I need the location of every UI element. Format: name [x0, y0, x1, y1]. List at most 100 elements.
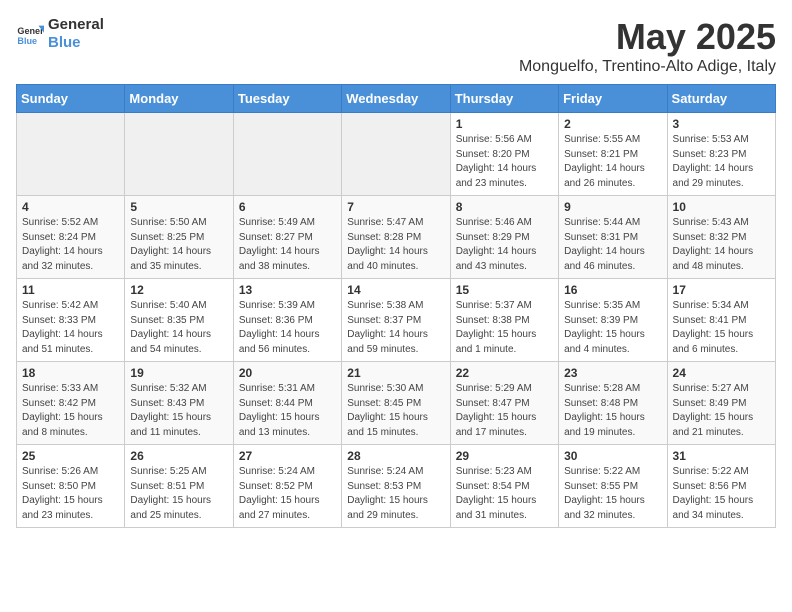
day-number: 16 — [564, 283, 661, 297]
header-cell-wednesday: Wednesday — [342, 85, 450, 113]
calendar-cell: 2Sunrise: 5:55 AM Sunset: 8:21 PM Daylig… — [559, 113, 667, 196]
day-number: 28 — [347, 449, 444, 463]
calendar-cell: 6 Sunrise: 5:49 AM Sunset: 8:27 PM Daylig… — [233, 196, 341, 279]
calendar-cell: 8 Sunrise: 5:46 AM Sunset: 8:29 PM Daylig… — [450, 196, 558, 279]
day-number: 19 — [130, 366, 227, 380]
day-content: Sunrise: 5:52 AM Sunset: 8:24 PM Dayligh… — [22, 216, 119, 274]
day-number: 6 — [239, 200, 336, 214]
calendar-cell: 15Sunrise: 5:37 AM Sunset: 8:38 PM Dayli… — [450, 279, 558, 362]
calendar-cell: 9Sunrise: 5:44 AM Sunset: 8:31 PM Daylig… — [559, 196, 667, 279]
day-number: 24 — [673, 366, 770, 380]
day-content: Sunrise: 5:53 AM Sunset: 8:23 PM Dayligh… — [673, 133, 770, 191]
day-content: Sunrise: 5:50 AM Sunset: 8:25 PM Dayligh… — [130, 216, 227, 274]
calendar-cell — [342, 113, 450, 196]
day-content: Sunrise: 5:29 AM Sunset: 8:47 PM Dayligh… — [456, 382, 553, 440]
day-content: Sunrise: 5:25 AM Sunset: 8:51 PM Dayligh… — [130, 465, 227, 523]
logo-icon: General Blue — [16, 20, 44, 48]
header-cell-friday: Friday — [559, 85, 667, 113]
day-number: 13 — [239, 283, 336, 297]
calendar-cell: 4 Sunrise: 5:52 AM Sunset: 8:24 PM Daylig… — [17, 196, 125, 279]
day-content: Sunrise: 5:42 AM Sunset: 8:33 PM Dayligh… — [22, 299, 119, 357]
day-content: Sunrise: 5:31 AM Sunset: 8:44 PM Dayligh… — [239, 382, 336, 440]
day-content: Sunrise: 5:55 AM Sunset: 8:21 PM Dayligh… — [564, 133, 661, 191]
day-number: 17 — [673, 283, 770, 297]
calendar-cell: 5Sunrise: 5:50 AM Sunset: 8:25 PM Daylig… — [125, 196, 233, 279]
day-number: 18 — [22, 366, 119, 380]
day-content: Sunrise: 5:32 AM Sunset: 8:43 PM Dayligh… — [130, 382, 227, 440]
day-number: 8 — [456, 200, 553, 214]
logo-line2: Blue — [48, 34, 104, 52]
calendar-cell: 13 Sunrise: 5:39 AM Sunset: 8:36 PM Dayli… — [233, 279, 341, 362]
calendar-cell: 22 Sunrise: 5:29 AM Sunset: 8:47 PM Dayli… — [450, 362, 558, 445]
calendar-header: SundayMondayTuesdayWednesdayThursdayFrid… — [17, 85, 776, 113]
day-number: 11 — [22, 283, 119, 297]
calendar-cell: 21Sunrise: 5:30 AM Sunset: 8:45 PM Dayli… — [342, 362, 450, 445]
day-number: 12 — [130, 283, 227, 297]
day-number: 4 — [22, 200, 119, 214]
day-content: Sunrise: 5:38 AM Sunset: 8:37 PM Dayligh… — [347, 299, 444, 357]
calendar-table: SundayMondayTuesdayWednesdayThursdayFrid… — [16, 84, 776, 528]
calendar-cell — [125, 113, 233, 196]
day-content: Sunrise: 5:47 AM Sunset: 8:28 PM Dayligh… — [347, 216, 444, 274]
calendar-cell: 31 Sunrise: 5:22 AM Sunset: 8:56 PM Dayli… — [667, 445, 775, 528]
title-area: May 2025 Monguelfo, Trentino-Alto Adige,… — [519, 16, 776, 76]
week-row-5: 25 Sunrise: 5:26 AM Sunset: 8:50 PM Dayli… — [17, 445, 776, 528]
page-header: General Blue General Blue May 2025 Mongu… — [16, 16, 776, 76]
day-number: 23 — [564, 366, 661, 380]
header-row: SundayMondayTuesdayWednesdayThursdayFrid… — [17, 85, 776, 113]
calendar-cell: 7 Sunrise: 5:47 AM Sunset: 8:28 PM Daylig… — [342, 196, 450, 279]
day-content: Sunrise: 5:27 AM Sunset: 8:49 PM Dayligh… — [673, 382, 770, 440]
calendar-cell: 27Sunrise: 5:24 AM Sunset: 8:52 PM Dayli… — [233, 445, 341, 528]
day-number: 10 — [673, 200, 770, 214]
day-number: 15 — [456, 283, 553, 297]
calendar-cell: 17 Sunrise: 5:34 AM Sunset: 8:41 PM Dayli… — [667, 279, 775, 362]
calendar-cell — [17, 113, 125, 196]
day-content: Sunrise: 5:39 AM Sunset: 8:36 PM Dayligh… — [239, 299, 336, 357]
header-cell-thursday: Thursday — [450, 85, 558, 113]
day-content: Sunrise: 5:26 AM Sunset: 8:50 PM Dayligh… — [22, 465, 119, 523]
day-content: Sunrise: 5:44 AM Sunset: 8:31 PM Dayligh… — [564, 216, 661, 274]
calendar-cell: 25 Sunrise: 5:26 AM Sunset: 8:50 PM Dayli… — [17, 445, 125, 528]
day-number: 7 — [347, 200, 444, 214]
calendar-cell: 28 Sunrise: 5:24 AM Sunset: 8:53 PM Dayli… — [342, 445, 450, 528]
calendar-cell: 23 Sunrise: 5:28 AM Sunset: 8:48 PM Dayli… — [559, 362, 667, 445]
day-content: Sunrise: 5:28 AM Sunset: 8:48 PM Dayligh… — [564, 382, 661, 440]
day-content: Sunrise: 5:56 AM Sunset: 8:20 PM Dayligh… — [456, 133, 553, 191]
calendar-cell: 26Sunrise: 5:25 AM Sunset: 8:51 PM Dayli… — [125, 445, 233, 528]
calendar-cell: 16 Sunrise: 5:35 AM Sunset: 8:39 PM Dayli… — [559, 279, 667, 362]
calendar-cell: 14 Sunrise: 5:38 AM Sunset: 8:37 PM Dayli… — [342, 279, 450, 362]
day-number: 20 — [239, 366, 336, 380]
calendar-cell: 1Sunrise: 5:56 AM Sunset: 8:20 PM Daylig… — [450, 113, 558, 196]
logo: General Blue General Blue — [16, 16, 104, 52]
day-content: Sunrise: 5:40 AM Sunset: 8:35 PM Dayligh… — [130, 299, 227, 357]
day-number: 3 — [673, 117, 770, 131]
header-cell-sunday: Sunday — [17, 85, 125, 113]
day-number: 22 — [456, 366, 553, 380]
header-cell-tuesday: Tuesday — [233, 85, 341, 113]
day-content: Sunrise: 5:34 AM Sunset: 8:41 PM Dayligh… — [673, 299, 770, 357]
calendar-cell: 19 Sunrise: 5:32 AM Sunset: 8:43 PM Dayli… — [125, 362, 233, 445]
day-content: Sunrise: 5:35 AM Sunset: 8:39 PM Dayligh… — [564, 299, 661, 357]
day-number: 14 — [347, 283, 444, 297]
calendar-cell: 29Sunrise: 5:23 AM Sunset: 8:54 PM Dayli… — [450, 445, 558, 528]
week-row-1: 1Sunrise: 5:56 AM Sunset: 8:20 PM Daylig… — [17, 113, 776, 196]
calendar-cell: 11 Sunrise: 5:42 AM Sunset: 8:33 PM Dayli… — [17, 279, 125, 362]
day-number: 29 — [456, 449, 553, 463]
day-content: Sunrise: 5:24 AM Sunset: 8:53 PM Dayligh… — [347, 465, 444, 523]
day-content: Sunrise: 5:24 AM Sunset: 8:52 PM Dayligh… — [239, 465, 336, 523]
day-number: 31 — [673, 449, 770, 463]
calendar-cell: 30Sunrise: 5:22 AM Sunset: 8:55 PM Dayli… — [559, 445, 667, 528]
day-number: 25 — [22, 449, 119, 463]
day-content: Sunrise: 5:46 AM Sunset: 8:29 PM Dayligh… — [456, 216, 553, 274]
week-row-2: 4 Sunrise: 5:52 AM Sunset: 8:24 PM Daylig… — [17, 196, 776, 279]
calendar-cell: 10Sunrise: 5:43 AM Sunset: 8:32 PM Dayli… — [667, 196, 775, 279]
header-cell-monday: Monday — [125, 85, 233, 113]
day-content: Sunrise: 5:49 AM Sunset: 8:27 PM Dayligh… — [239, 216, 336, 274]
day-content: Sunrise: 5:22 AM Sunset: 8:55 PM Dayligh… — [564, 465, 661, 523]
calendar-cell: 18Sunrise: 5:33 AM Sunset: 8:42 PM Dayli… — [17, 362, 125, 445]
calendar-title: May 2025 — [519, 16, 776, 58]
day-content: Sunrise: 5:22 AM Sunset: 8:56 PM Dayligh… — [673, 465, 770, 523]
week-row-3: 11 Sunrise: 5:42 AM Sunset: 8:33 PM Dayli… — [17, 279, 776, 362]
calendar-cell — [233, 113, 341, 196]
calendar-cell: 12 Sunrise: 5:40 AM Sunset: 8:35 PM Dayli… — [125, 279, 233, 362]
